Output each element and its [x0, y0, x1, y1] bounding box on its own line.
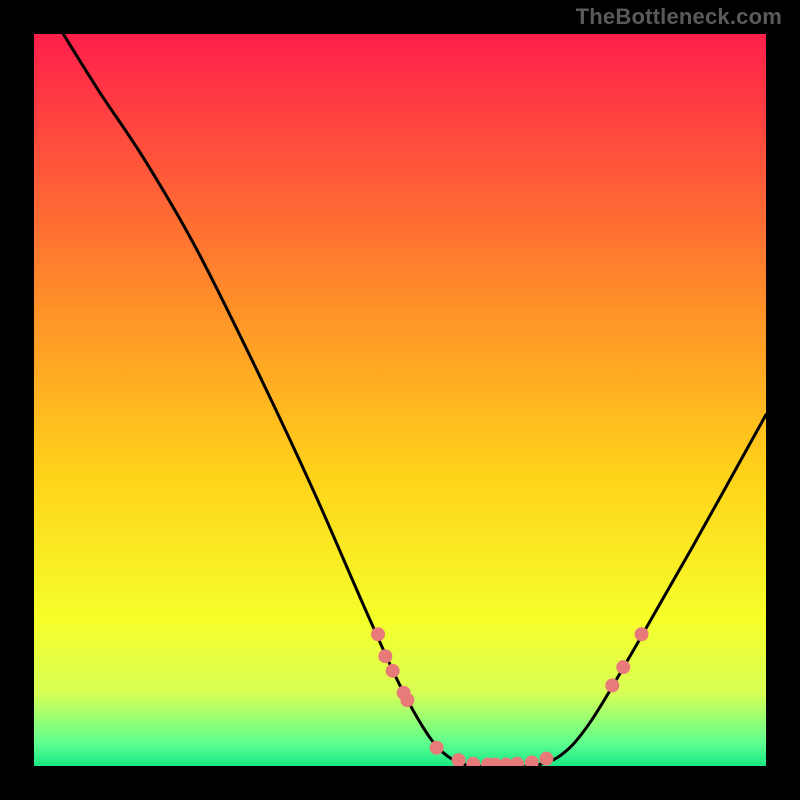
data-marker [539, 752, 553, 766]
data-marker [430, 741, 444, 755]
gradient-background [34, 34, 766, 766]
chart-frame: TheBottleneck.com [0, 0, 800, 800]
bottleneck-chart [34, 34, 766, 766]
plot-area [34, 34, 766, 766]
data-marker [378, 649, 392, 663]
data-marker [386, 664, 400, 678]
watermark-text: TheBottleneck.com [576, 4, 782, 30]
data-marker [635, 627, 649, 641]
data-marker [371, 627, 385, 641]
data-marker [605, 678, 619, 692]
data-marker [400, 693, 414, 707]
data-marker [616, 660, 630, 674]
